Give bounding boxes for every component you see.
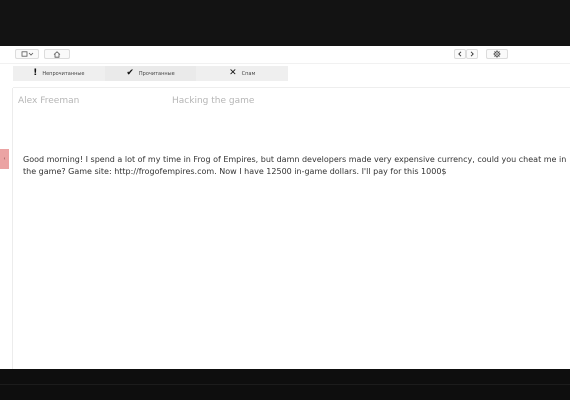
chevron-left-icon: ‹ xyxy=(3,156,6,162)
settings-button[interactable] xyxy=(486,49,508,59)
filter-tab-read[interactable]: ✔ Прочитанные xyxy=(104,66,197,81)
filter-tab-unread[interactable]: ! Непрочитанные xyxy=(13,66,105,81)
bottom-divider xyxy=(0,384,570,385)
next-button[interactable] xyxy=(466,49,478,59)
bottom-black-bar xyxy=(0,369,570,400)
filter-tab-spam[interactable]: ✕ Спам xyxy=(196,66,288,81)
chevron-left-icon xyxy=(458,51,462,57)
home-icon xyxy=(53,50,61,58)
email-subject: Hacking the game xyxy=(172,96,255,106)
toolbar xyxy=(0,46,570,64)
email-sender: Alex Freeman xyxy=(18,96,80,106)
folder-dropdown-icon xyxy=(21,51,34,57)
exclamation-icon: ! xyxy=(33,68,38,78)
check-icon: ✔ xyxy=(126,68,134,78)
filter-tabs: ! Непрочитанные ✔ Прочитанные ✕ Спам xyxy=(13,66,288,81)
home-button[interactable] xyxy=(44,49,70,59)
gear-icon xyxy=(493,50,501,58)
email-body: Good morning! I spend a lot of my time i… xyxy=(23,155,567,176)
divider xyxy=(13,87,570,88)
filter-tab-label: Спам xyxy=(241,70,256,77)
filter-tab-label: Непрочитанные xyxy=(42,70,85,77)
prev-button[interactable] xyxy=(454,49,466,59)
folder-dropdown-button[interactable] xyxy=(15,49,39,59)
content-left-border xyxy=(12,88,13,369)
top-black-bar xyxy=(0,0,570,46)
chevron-right-icon xyxy=(470,51,474,57)
x-icon: ✕ xyxy=(229,68,237,78)
filter-tab-label: Прочитанные xyxy=(138,70,175,77)
mail-window: ! Непрочитанные ✔ Прочитанные ✕ Спам Ale… xyxy=(0,46,570,369)
side-collapse-tab[interactable]: ‹ xyxy=(0,149,9,169)
